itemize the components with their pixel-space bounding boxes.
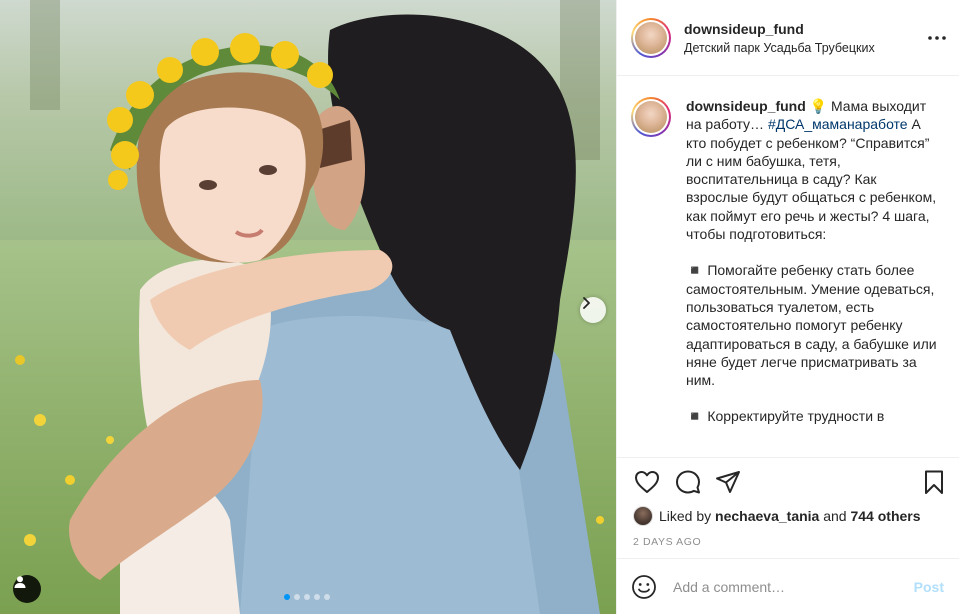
carousel-dot (324, 594, 330, 600)
caption-paragraph-2: ◾️ Помогайте ребенку стать более самосто… (686, 262, 937, 389)
caption-username[interactable]: downsideup_fund (686, 98, 806, 114)
likes-middle: and (819, 508, 851, 524)
photo-illustration (15, 0, 604, 614)
caption-hashtag[interactable]: #ДСА_маманаработе (768, 116, 908, 132)
comment-icon (676, 470, 700, 494)
paper-plane-icon (716, 471, 740, 493)
carousel-dots (284, 594, 330, 600)
caption-author-avatar[interactable] (631, 97, 671, 137)
liker-username[interactable]: nechaeva_tania (715, 508, 819, 524)
author-username[interactable]: downsideup_fund (684, 21, 875, 37)
save-button[interactable] (920, 468, 948, 496)
post-photo[interactable] (0, 0, 616, 614)
caption-scroll-area[interactable]: downsideup_fund 💡 Мама выходит на работу… (617, 77, 959, 457)
post-location[interactable]: Детский парк Усадьба Трубецких (684, 41, 875, 55)
lightbulb-emoji: 💡 (809, 98, 828, 114)
post-details-panel: downsideup_fund Детский парк Усадьба Тру… (616, 0, 959, 614)
more-options-button[interactable] (927, 28, 947, 48)
comment-button[interactable] (674, 468, 702, 496)
comment-input[interactable] (673, 578, 893, 595)
comment-bar: Post (617, 558, 959, 614)
like-button[interactable] (633, 468, 661, 496)
carousel-dot (304, 594, 310, 600)
likes-summary: Liked by nechaeva_tania and 744 others (633, 506, 921, 526)
author-avatar[interactable] (631, 17, 671, 58)
share-button[interactable] (714, 468, 742, 496)
post-comment-button[interactable]: Post (914, 579, 944, 595)
post-header: downsideup_fund Детский парк Усадьба Тру… (617, 0, 959, 76)
user-tags-button[interactable] (13, 575, 41, 603)
heart-icon (635, 471, 659, 493)
bookmark-icon (925, 470, 943, 494)
caption-author-avatar-image (635, 101, 667, 133)
caption-paragraph-1: А кто побудет с ребенком? “Справится” ли… (686, 116, 937, 243)
likes-prefix: Liked by (659, 508, 712, 524)
post-timestamp[interactable]: 2 DAYS AGO (633, 536, 701, 548)
post-caption: downsideup_fund 💡 Мама выходит на работу… (686, 97, 941, 426)
likes-others-link[interactable]: 744 others (850, 508, 920, 524)
person-icon (14, 576, 26, 588)
carousel-dot (294, 594, 300, 600)
emoji-icon[interactable] (631, 574, 657, 600)
post-actions: Liked by nechaeva_tania and 744 others 2… (617, 457, 959, 557)
carousel-next-button[interactable] (580, 297, 606, 323)
liker-avatar[interactable] (633, 506, 653, 526)
more-horizontal-icon (928, 36, 946, 40)
caption-paragraph-3: ◾️ Корректируйте трудности в (686, 408, 885, 425)
chevron-right-icon (583, 297, 590, 309)
carousel-dot (314, 594, 320, 600)
author-avatar-image (635, 21, 667, 54)
carousel-dot (284, 594, 290, 600)
